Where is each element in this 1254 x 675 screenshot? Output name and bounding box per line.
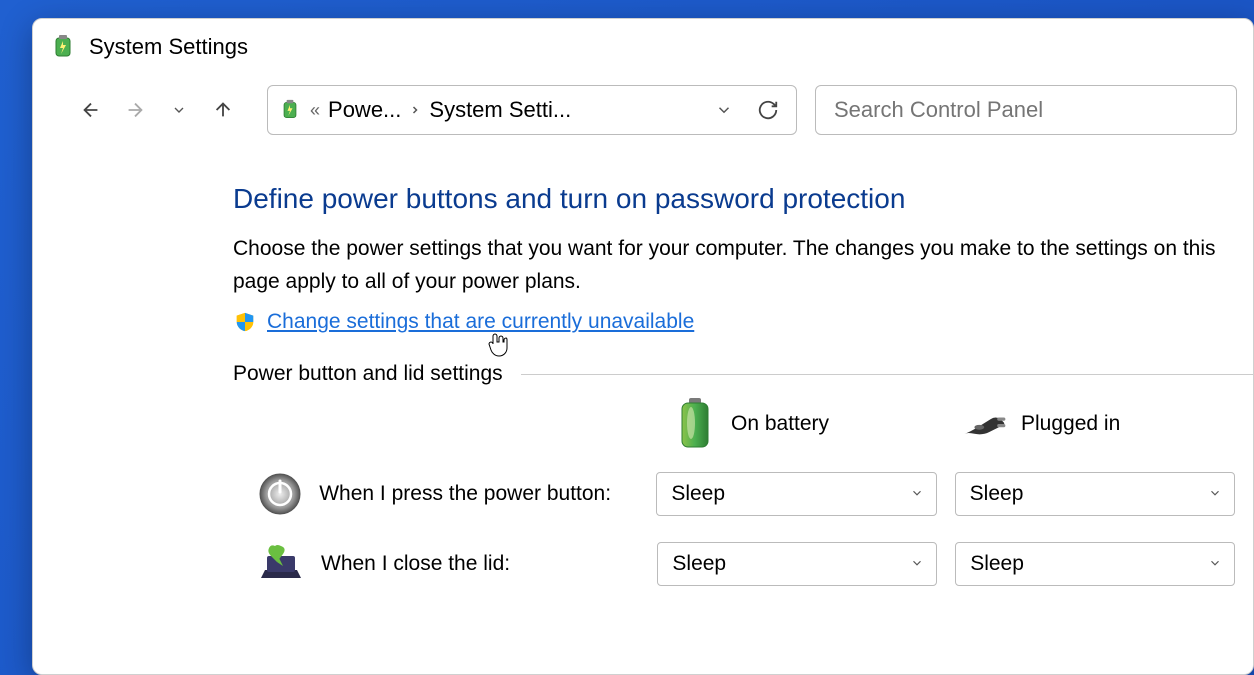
refresh-button[interactable] xyxy=(750,92,786,128)
breadcrumb-prefix: « xyxy=(310,100,320,121)
chevron-right-icon xyxy=(409,100,421,121)
battery-icon xyxy=(673,396,717,452)
divider xyxy=(521,374,1253,375)
change-unavailable-settings-link[interactable]: Change settings that are currently unava… xyxy=(267,310,694,334)
breadcrumb-parent[interactable]: Powe... xyxy=(328,97,401,123)
columns-header: On battery Plugged in xyxy=(233,396,1253,452)
breadcrumb-current[interactable]: System Setti... xyxy=(429,97,571,123)
address-bar[interactable]: « Powe... System Setti... xyxy=(267,85,797,135)
forward-button[interactable] xyxy=(115,90,155,130)
settings-window: System Settings « Powe... xyxy=(32,18,1254,675)
lid-row: When I close the lid: Sleep Sleep xyxy=(233,540,1253,588)
select-value: Sleep xyxy=(970,482,1024,506)
search-bar[interactable] xyxy=(815,85,1237,135)
plugged-in-label: Plugged in xyxy=(1021,412,1120,436)
window-title: System Settings xyxy=(89,34,248,60)
section-header-row: Power button and lid settings xyxy=(233,362,1253,386)
lid-label: When I close the lid: xyxy=(321,552,657,576)
lid-plugged-select[interactable]: Sleep xyxy=(955,542,1235,586)
titlebar: System Settings xyxy=(33,19,1253,71)
laptop-lid-icon xyxy=(257,540,305,588)
page-title: Define power buttons and turn on passwor… xyxy=(233,183,1253,215)
select-value: Sleep xyxy=(671,482,725,506)
chevron-down-icon xyxy=(910,486,924,503)
select-value: Sleep xyxy=(672,552,726,576)
section-label: Power button and lid settings xyxy=(233,362,521,386)
content-area: Define power buttons and turn on passwor… xyxy=(33,153,1253,588)
power-button-icon xyxy=(257,470,303,518)
power-button-row: When I press the power button: Sleep Sle… xyxy=(233,470,1253,518)
back-button[interactable] xyxy=(71,90,111,130)
power-options-icon xyxy=(278,98,302,122)
power-options-icon xyxy=(49,33,77,61)
toolbar: « Powe... System Setti... xyxy=(33,71,1253,153)
on-battery-header: On battery xyxy=(673,396,963,452)
uac-shield-icon xyxy=(233,310,257,334)
plug-icon xyxy=(963,396,1007,452)
chevron-down-icon xyxy=(910,556,924,573)
page-description: Choose the power settings that you want … xyxy=(233,233,1253,298)
recent-locations-button[interactable] xyxy=(159,90,199,130)
lid-battery-select[interactable]: Sleep xyxy=(657,542,937,586)
cursor-hand-icon xyxy=(487,332,509,358)
chevron-down-icon xyxy=(1208,556,1222,573)
select-value: Sleep xyxy=(970,552,1024,576)
power-button-label: When I press the power button: xyxy=(319,482,656,506)
admin-link-row: Change settings that are currently unava… xyxy=(233,310,1253,334)
power-button-battery-select[interactable]: Sleep xyxy=(656,472,936,516)
address-history-button[interactable] xyxy=(706,92,742,128)
chevron-down-icon xyxy=(1208,486,1222,503)
up-button[interactable] xyxy=(203,90,243,130)
power-button-plugged-select[interactable]: Sleep xyxy=(955,472,1235,516)
plugged-in-header: Plugged in xyxy=(963,396,1253,452)
on-battery-label: On battery xyxy=(731,412,829,436)
search-input[interactable] xyxy=(834,97,1218,123)
